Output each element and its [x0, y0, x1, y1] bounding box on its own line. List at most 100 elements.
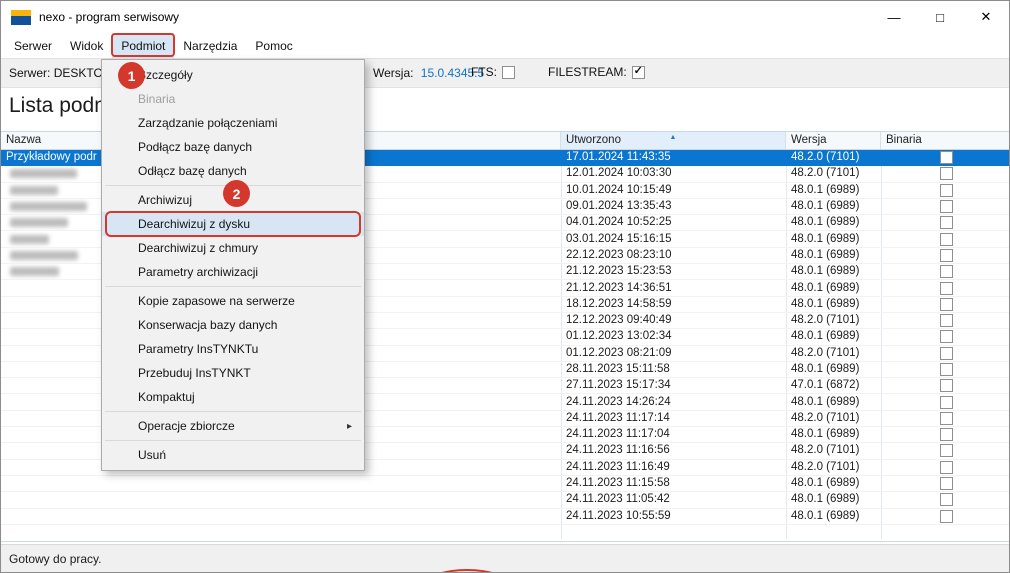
cell-binaria	[881, 313, 1009, 328]
binaria-checkbox[interactable]	[939, 216, 953, 230]
menu-item-label: Kopie zapasowe na serwerze	[138, 294, 295, 308]
menubar-item-narzedzia[interactable]: Narzędzia	[174, 33, 246, 58]
fts-checkbox[interactable]	[502, 65, 515, 79]
binaria-checkbox[interactable]	[939, 167, 953, 181]
binaria-checkbox[interactable]	[939, 265, 953, 279]
cell-wersja: 48.0.1 (6989)	[791, 363, 860, 375]
binaria-checkbox[interactable]	[939, 330, 953, 344]
app-window: nexo - program serwisowy — □ ✕ Serwer Wid…	[0, 0, 1010, 573]
maximize-button[interactable]: □	[917, 1, 963, 33]
menu-item-usun[interactable]: Usuń	[102, 443, 364, 467]
menu-item-parametry-instynktu[interactable]: Parametry InsTYNKTu	[102, 337, 364, 361]
cell-wersja: 48.0.1 (6989)	[791, 265, 860, 278]
binaria-checkbox[interactable]	[939, 363, 953, 376]
cell-binaria	[881, 346, 1009, 361]
menu-item-dearchiwizuj-z-dysku[interactable]: Dearchiwizuj z dysku	[102, 211, 364, 237]
binaria-checkbox[interactable]	[939, 444, 953, 458]
close-button[interactable]: ✕	[963, 1, 1009, 33]
menubar-item-podmiot[interactable]: Podmiot	[111, 33, 176, 58]
menu-item-label: Dearchiwizuj z dysku	[138, 217, 251, 231]
cell-utworzono: 04.01.2024 10:52:25	[566, 216, 672, 229]
binaria-checkbox[interactable]	[939, 281, 953, 295]
menu-item-konserwacja-bazy-danych[interactable]: Konserwacja bazy danych	[102, 313, 364, 337]
column-header-wersja[interactable]: Wersja	[786, 132, 881, 149]
redacted-name	[10, 218, 68, 228]
cell-binaria	[881, 411, 1009, 426]
binaria-checkbox[interactable]	[939, 314, 953, 328]
menu-item-podlacz-baze-danych[interactable]: Podłącz bazę danych	[102, 135, 364, 159]
binaria-checkbox[interactable]	[939, 411, 953, 425]
titlebar: nexo - program serwisowy — □ ✕	[1, 1, 1009, 33]
binaria-checkbox[interactable]	[939, 428, 953, 442]
menu-item-kompaktuj[interactable]: Kompaktuj	[102, 385, 364, 409]
cell-binaria	[881, 394, 1009, 409]
cell-binaria	[881, 264, 1009, 279]
menu-item-operacje-zbiorcze[interactable]: Operacje zbiorcze ▸	[102, 414, 364, 438]
binaria-checkbox[interactable]	[939, 200, 953, 214]
filestream-group: FILESTREAM: ✓	[548, 65, 645, 79]
minimize-icon: —	[887, 9, 901, 25]
cell-utworzono: 27.11.2023 15:17:34	[566, 379, 671, 392]
table-row[interactable]: 24.11.2023 11:05:42 48.0.1 (6989)	[1, 492, 1009, 509]
binaria-checkbox[interactable]	[939, 248, 953, 262]
menu-item-label: Usuń	[138, 448, 167, 462]
menu-item-label: Operacje zbiorcze	[138, 419, 235, 433]
cell-nazwa	[1, 509, 561, 524]
status-text: Gotowy do pracy.	[9, 551, 102, 566]
cell-wersja: 48.0.1 (6989)	[791, 200, 860, 213]
annotation-step-1-badge: 1	[118, 62, 145, 89]
binaria-checkbox[interactable]	[939, 460, 953, 474]
menu-item-dearchiwizuj-z-chmury[interactable]: Dearchiwizuj z chmury	[102, 236, 364, 260]
redacted-name	[10, 185, 58, 195]
filestream-checkbox[interactable]: ✓	[631, 65, 645, 79]
binaria-checkbox[interactable]	[939, 346, 953, 360]
menu-item-kopie-zapasowe-na-serwerze[interactable]: Kopie zapasowe na serwerze	[102, 289, 364, 313]
table-row[interactable]: 24.11.2023 10:55:59 48.0.1 (6989)	[1, 509, 1009, 525]
column-header-utworzono[interactable]: ▲ Utworzono	[561, 132, 786, 149]
binaria-checkbox[interactable]	[939, 477, 953, 491]
cell-utworzono: 12.01.2024 10:03:30	[566, 167, 672, 180]
minimize-button[interactable]: —	[871, 1, 917, 33]
column-header-binaria[interactable]: Binaria	[881, 132, 1009, 149]
cell-wersja: 48.0.1 (6989)	[791, 509, 860, 522]
cell-utworzono: 03.01.2024 15:16:15	[566, 232, 672, 245]
cell-binaria	[881, 231, 1009, 246]
cell-wersja: 48.0.1 (6989)	[791, 232, 860, 245]
server-label: Serwer:	[9, 66, 51, 80]
fts-group: FTS:	[471, 65, 515, 79]
binaria-checkbox[interactable]	[939, 379, 953, 393]
redacted-name	[10, 202, 87, 212]
sort-asc-icon: ▲	[669, 134, 677, 141]
menubar-item-pomoc[interactable]: Pomoc	[246, 33, 301, 58]
binaria-checkbox[interactable]	[939, 151, 953, 165]
redacted-name	[10, 267, 59, 277]
binaria-checkbox[interactable]	[939, 509, 953, 523]
fts-label: FTS:	[471, 65, 497, 79]
cell-binaria	[881, 280, 1009, 295]
binaria-checkbox[interactable]	[939, 395, 953, 409]
cell-utworzono: 24.11.2023 11:05:42	[566, 493, 670, 506]
menu-item-label: Odłącz bazę danych	[138, 164, 247, 178]
column-header-utworzono-label: Utworzono	[566, 134, 621, 146]
menubar-item-serwer[interactable]: Serwer	[5, 33, 61, 58]
redacted-name	[10, 250, 78, 260]
binaria-checkbox[interactable]	[939, 297, 953, 311]
cell-utworzono: 24.11.2023 11:15:58	[566, 477, 670, 490]
cell-wersja: 48.0.1 (6989)	[791, 183, 860, 196]
menubar: Serwer Widok Podmiot Narzędzia Pomoc	[1, 33, 1009, 58]
cell-wersja: 48.2.0 (7101)	[791, 411, 860, 424]
cell-utworzono: 24.11.2023 11:16:56	[566, 444, 670, 457]
menu-item-przebuduj-instynkt[interactable]: Przebuduj InsTYNKT	[102, 361, 364, 385]
binaria-checkbox[interactable]	[939, 493, 953, 507]
cell-nazwa	[1, 492, 561, 507]
table-row[interactable]: 24.11.2023 11:15:58 48.0.1 (6989)	[1, 476, 1009, 493]
menubar-item-widok[interactable]: Widok	[61, 33, 112, 58]
binaria-checkbox[interactable]	[939, 232, 953, 246]
cell-binaria	[881, 443, 1009, 458]
maximize-icon: □	[936, 9, 944, 25]
statusbar: Gotowy do pracy.	[1, 544, 1009, 572]
binaria-checkbox[interactable]	[939, 183, 953, 197]
menu-item-zarzadzanie-polaczeniami[interactable]: Zarządzanie połączeniami	[102, 111, 364, 135]
menu-item-parametry-archiwizacji[interactable]: Parametry archiwizacji	[102, 260, 364, 284]
cell-binaria	[881, 183, 1009, 198]
